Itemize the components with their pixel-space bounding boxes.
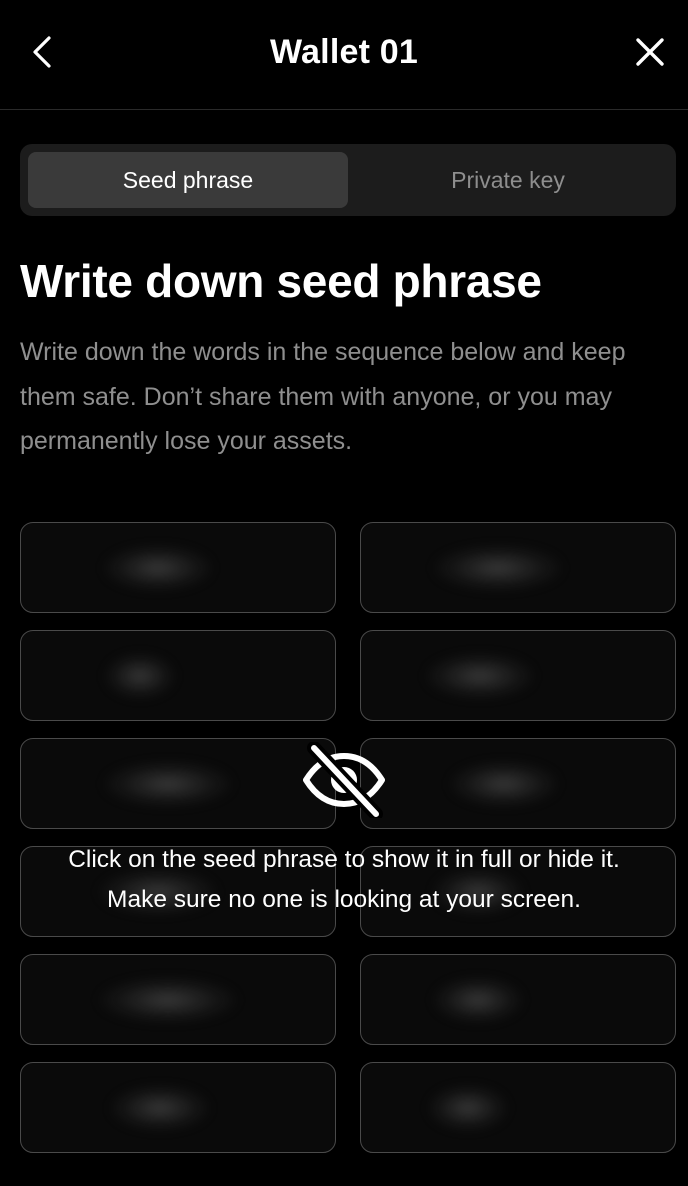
seed-word-cell-9[interactable] (20, 954, 336, 1045)
seed-word-cell-6[interactable] (360, 738, 676, 829)
blurred-word (98, 977, 238, 1022)
blurred-word (105, 653, 175, 698)
blurred-word (433, 545, 563, 590)
seed-word-cell-10[interactable] (360, 954, 676, 1045)
seed-word-cell-5[interactable] (20, 738, 336, 829)
blurred-word (110, 1085, 210, 1130)
seed-phrase-grid (20, 522, 676, 1153)
blurred-word (98, 869, 218, 914)
seed-word-cell-12[interactable] (360, 1062, 676, 1153)
header: Wallet 01 (0, 0, 688, 110)
seed-word-cell-2[interactable] (360, 522, 676, 613)
seed-word-cell-7[interactable] (20, 846, 336, 937)
close-button[interactable] (628, 30, 672, 74)
seed-word-cell-11[interactable] (20, 1062, 336, 1153)
seed-word-cell-1[interactable] (20, 522, 336, 613)
tab-seed-phrase[interactable]: Seed phrase (28, 152, 348, 208)
blurred-word (433, 869, 523, 914)
blurred-word (103, 545, 213, 590)
blurred-word (425, 653, 535, 698)
section-heading: Write down seed phrase (20, 255, 542, 307)
page-title: Wallet 01 (270, 33, 418, 71)
close-icon (636, 38, 664, 66)
tab-private-key[interactable]: Private key (348, 152, 668, 208)
blurred-word (103, 761, 233, 806)
blurred-word (428, 1085, 508, 1130)
seed-word-cell-3[interactable] (20, 630, 336, 721)
seed-word-cell-4[interactable] (360, 630, 676, 721)
seed-word-cell-8[interactable] (360, 846, 676, 937)
section-description: Write down the words in the sequence bel… (20, 338, 626, 455)
tab-bar: Seed phrase Private key (20, 144, 676, 216)
blurred-word (449, 761, 559, 806)
blurred-word (433, 977, 523, 1022)
